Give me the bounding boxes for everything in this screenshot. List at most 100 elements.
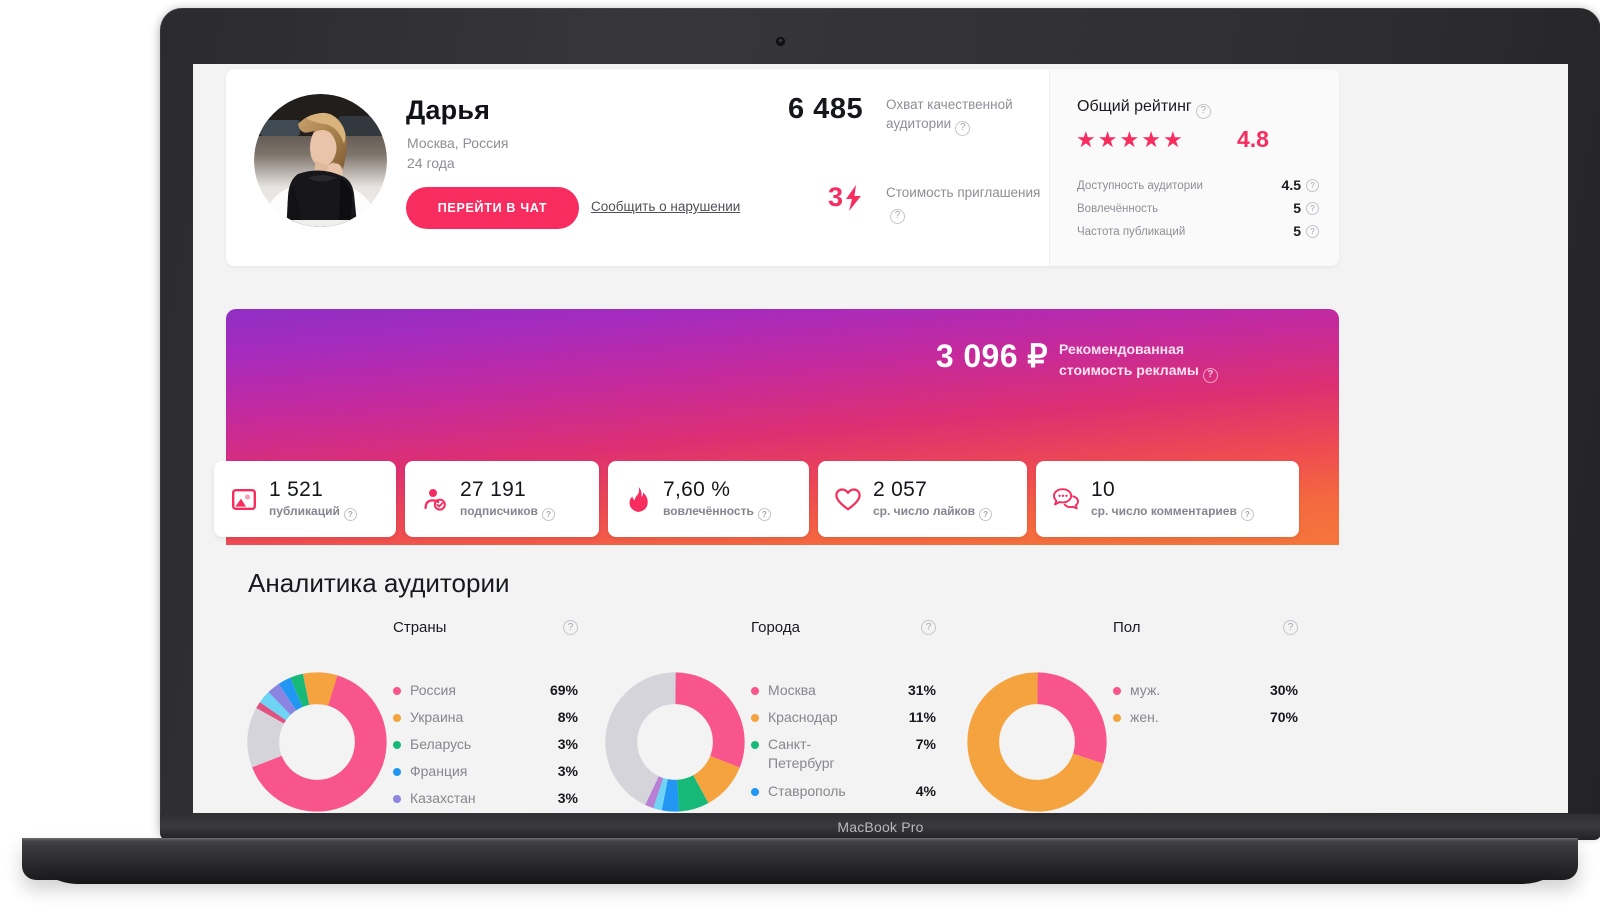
analytics-column-title: Города: [751, 619, 800, 636]
legend-value: 31%: [907, 682, 936, 698]
legend-label: жен.: [1130, 709, 1159, 725]
stat-label-text: вовлечённость: [663, 504, 754, 519]
legend-label: Казахстан: [410, 790, 476, 806]
rating-row-value: 5: [1293, 223, 1301, 239]
help-icon-likes[interactable]: ?: [979, 507, 993, 521]
legend-dot-icon: [393, 687, 401, 695]
stat-card-text: 10 ср. число комментариев?: [1091, 477, 1254, 521]
list-item: жен. 70%: [1113, 708, 1298, 727]
legend-dot-icon: [751, 687, 759, 695]
help-icon-followers[interactable]: ?: [541, 507, 555, 521]
list-item: Украина 8%: [393, 708, 578, 727]
legend-value: 3%: [557, 736, 578, 752]
legend-value: 3%: [557, 763, 578, 779]
legend-label: Санкт-Петербург: [768, 736, 835, 771]
laptop-screen: Дарья Москва, Россия 24 года ПЕРЕЙТИ В Ч…: [193, 64, 1568, 813]
help-icon-engagement-stat[interactable]: ?: [757, 507, 771, 521]
help-icon-engagement[interactable]: ?: [1306, 202, 1319, 215]
legend-label: Франция: [410, 763, 468, 779]
overall-rating-title-text: Общий рейтинг: [1077, 98, 1192, 115]
report-violation-link[interactable]: Сообщить о нарушении: [591, 199, 740, 214]
stat-label-text: подписчиков: [460, 504, 538, 519]
legend-dot-icon: [751, 714, 759, 722]
stat-label: ср. число комментариев?: [1091, 504, 1254, 521]
help-icon-comments[interactable]: ?: [1240, 507, 1254, 521]
profile-location: Москва, Россия: [407, 135, 509, 151]
invite-price-label: Стоимость приглашения?: [886, 183, 1046, 224]
legend-value: 30%: [1269, 682, 1298, 698]
help-icon-cities[interactable]: ?: [921, 620, 936, 635]
overall-rating-title: Общий рейтинг?: [1077, 98, 1211, 119]
page-root: Дарья Москва, Россия 24 года ПЕРЕЙТИ В Ч…: [193, 64, 1568, 813]
laptop-chin: MacBook Pro: [160, 814, 1600, 840]
help-icon-availability[interactable]: ?: [1306, 179, 1319, 192]
stat-label: публикаций?: [269, 504, 357, 521]
image-icon: [231, 486, 257, 512]
donut-svg: [967, 672, 1107, 812]
legend-label: муж.: [1130, 682, 1161, 698]
rating-row-label: Доступность аудитории: [1077, 180, 1203, 192]
legend-dot-icon: [751, 741, 759, 749]
legend-value: 69%: [549, 682, 578, 698]
lightning-bolt-icon: [846, 184, 862, 211]
invite-price-number: 3: [828, 182, 844, 212]
stat-value: 1 521: [269, 478, 324, 502]
stat-card-engagement: 7,60 % вовлечённость?: [608, 461, 809, 537]
list-item: Беларусь 3%: [393, 735, 578, 754]
donut-svg: [247, 672, 387, 812]
help-icon-countries[interactable]: ?: [563, 620, 578, 635]
comment-icon: [1053, 486, 1079, 512]
quality-reach-value: 6 485: [788, 93, 864, 125]
star-rating: ★ ★ ★ ★ ★: [1076, 129, 1183, 151]
legend-dot-icon: [1113, 687, 1121, 695]
gender-legend: муж. 30% жен. 70%: [1113, 681, 1298, 735]
legend-value: 11%: [908, 709, 936, 725]
stat-card-text: 2 057 ср. число лайков?: [873, 477, 993, 521]
legend-label: Россия: [410, 682, 456, 698]
user-check-icon: [422, 486, 448, 512]
stat-card-text: 7,60 % вовлечённость?: [663, 477, 771, 521]
analytics-column-title: Пол: [1113, 619, 1141, 636]
stat-cards-row: 1 521 публикаций? 27 191 подписчиков ? 7…: [214, 461, 1299, 537]
star-icon: ★: [1162, 127, 1183, 152]
recommended-price-label-line1: Рекомендованная: [1059, 341, 1185, 357]
stat-label: вовлечённость?: [663, 504, 771, 521]
list-item: Ставрополь 4%: [751, 782, 936, 801]
profile-age: 24 года: [407, 155, 455, 171]
list-item: Краснодар 11%: [751, 708, 936, 727]
countries-legend: Россия 69% Украина 8% Беларусь 3% Франци…: [393, 681, 578, 813]
legend-label: Украина: [410, 709, 464, 725]
avatar[interactable]: [254, 94, 387, 227]
legend-dot-icon: [393, 741, 401, 749]
donut-svg: [605, 672, 745, 812]
help-icon-posts[interactable]: ?: [343, 507, 357, 521]
cities-legend: Москва 31% Краснодар 11% Санкт-Петербург…: [751, 681, 936, 809]
help-icon-gender[interactable]: ?: [1283, 620, 1298, 635]
stat-value: 7,60 %: [663, 478, 731, 502]
recommended-price-value: 3 096 ₽: [935, 338, 1048, 374]
list-item: Санкт-Петербург 7%: [751, 735, 936, 773]
legend-value: 3%: [557, 790, 578, 806]
star-icon: ★: [1097, 127, 1118, 152]
heart-icon: [835, 486, 861, 512]
quality-reach-label-text: Охват качественной аудитории: [886, 97, 1013, 131]
overall-rating-panel: Общий рейтинг? ★ ★ ★ ★ ★ 4.8 Доступность…: [1049, 69, 1339, 266]
help-icon-reach[interactable]: ?: [955, 120, 971, 136]
help-icon-frequency[interactable]: ?: [1306, 225, 1319, 238]
list-item: Франция 3%: [393, 762, 578, 781]
stat-value: 2 057: [873, 478, 928, 502]
go-to-chat-button[interactable]: ПЕРЕЙТИ В ЧАТ: [406, 187, 579, 229]
analytics-section-title: Аналитика аудитории: [248, 568, 510, 598]
help-icon-rating[interactable]: ?: [1195, 103, 1211, 119]
laptop-mockup: Дарья Москва, Россия 24 года ПЕРЕЙТИ В Ч…: [0, 0, 1600, 918]
stat-label-text: ср. число лайков: [873, 504, 976, 519]
stat-card-comments: 10 ср. число комментариев?: [1036, 461, 1299, 537]
stat-label-text: публикаций: [269, 504, 340, 519]
stat-label: ср. число лайков?: [873, 504, 993, 521]
invite-price-label-text: Стоимость приглашения: [886, 185, 1041, 200]
star-icon: ★: [1119, 127, 1140, 152]
list-item: Москва 31%: [751, 681, 936, 700]
help-icon-invite[interactable]: ?: [890, 208, 905, 224]
help-icon-recommended-price[interactable]: ?: [1202, 367, 1218, 383]
rating-row-value: 4.5: [1281, 177, 1301, 193]
